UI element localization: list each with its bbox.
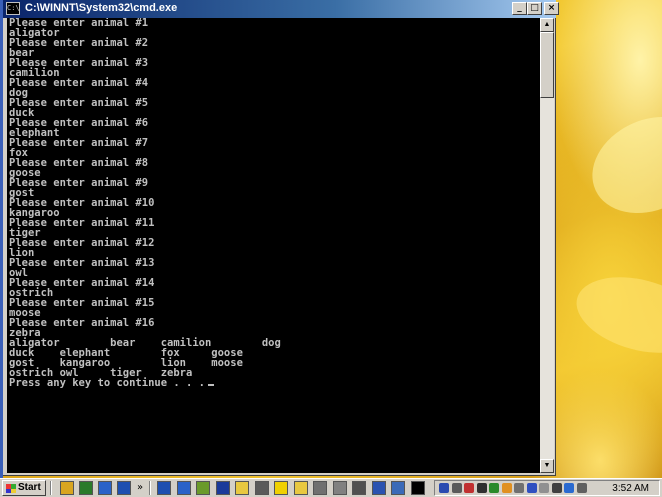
show-desktop-icon[interactable] [60, 481, 74, 495]
taskbar: Start » 3:52 AM [0, 478, 662, 497]
app-icon-2[interactable] [176, 481, 191, 495]
cmd-window-icon[interactable]: C:\ [6, 2, 20, 15]
start-label: Start [18, 482, 41, 493]
tray-icon-9[interactable] [539, 483, 549, 493]
network-icon[interactable] [439, 483, 449, 493]
cmd-window[interactable]: C:\ C:\WINNT\System32\cmd.exe _ □ × Plea… [3, 0, 559, 476]
console-output[interactable]: Please enter animal #1 aligator Please ent… [7, 18, 540, 473]
console-line: Please enter animal #12 [9, 237, 155, 249]
tray-icon-11[interactable] [564, 483, 574, 493]
app-icon-11[interactable] [391, 481, 405, 495]
cmd-icon[interactable] [410, 481, 425, 495]
app-icon-10[interactable] [352, 481, 366, 495]
folder-icon[interactable] [235, 481, 249, 495]
app-icon-6[interactable] [274, 481, 288, 495]
console-line: Please enter animal #9 [9, 177, 149, 189]
console-line: Please enter animal #8 [9, 157, 149, 169]
tray-icon-3[interactable] [464, 483, 474, 493]
app-icon-4[interactable] [215, 481, 230, 495]
console-line: Press any key to continue . . . [9, 378, 281, 388]
title-bar[interactable]: C:\ C:\WINNT\System32\cmd.exe _ □ × [3, 0, 559, 18]
app-icon-3[interactable] [196, 481, 210, 495]
app-icon-9[interactable] [332, 481, 347, 495]
scroll-down-button[interactable]: ▼ [540, 459, 554, 473]
volume-icon[interactable] [451, 483, 462, 493]
internet-explorer-icon[interactable] [98, 481, 112, 495]
chevron-right-icon[interactable]: » [137, 481, 143, 495]
outlook-icon[interactable] [117, 481, 131, 495]
wallpaper-petal [576, 98, 662, 232]
word-icon[interactable] [371, 481, 386, 495]
app-icon-7[interactable] [293, 481, 308, 495]
browser-icon[interactable] [79, 481, 93, 495]
taskbar-separator [50, 481, 52, 495]
window-title: C:\WINNT\System32\cmd.exe [25, 2, 178, 14]
app-icon-5[interactable] [254, 481, 269, 495]
maximize-button[interactable]: □ [527, 2, 542, 15]
taskbar-separator [149, 481, 151, 495]
console-lines: Please enter animal #1 aligator Please ent… [9, 18, 281, 388]
tray-icon-5[interactable] [489, 483, 499, 493]
scroll-thumb[interactable] [540, 32, 554, 98]
minimize-button[interactable]: _ [512, 2, 527, 15]
console-line: Please enter animal #5 [9, 97, 149, 109]
clock[interactable]: 3:52 AM [612, 482, 649, 495]
text-cursor [207, 384, 214, 386]
tray-icon-8[interactable] [526, 483, 537, 493]
console-line: Please enter animal #4 [9, 77, 149, 89]
start-button[interactable]: Start [2, 480, 46, 496]
console-line: Please enter animal #7 [9, 137, 149, 149]
tray-icon-7[interactable] [514, 483, 524, 493]
system-tray: 3:52 AM [434, 480, 660, 496]
tray-icon-12[interactable] [576, 483, 587, 493]
vertical-scrollbar[interactable]: ▲ ▼ [540, 18, 554, 473]
windows-logo-icon [6, 484, 16, 493]
console-line: Please enter animal #11 [9, 217, 155, 229]
close-button[interactable]: × [544, 2, 559, 15]
app-icon-1[interactable] [157, 481, 171, 495]
console-line: Please enter animal #16 [9, 317, 155, 329]
wallpaper-petal [568, 264, 662, 366]
tray-icon-6[interactable] [501, 483, 512, 493]
console-line: Please enter animal #13 [9, 257, 155, 269]
console-line: Please enter animal #15 [9, 297, 155, 309]
scroll-up-button[interactable]: ▲ [540, 18, 554, 32]
console-line: Please enter animal #2 [9, 37, 149, 49]
tray-icon-4[interactable] [476, 483, 487, 493]
tray-icon-10[interactable] [551, 483, 562, 493]
app-icon-8[interactable] [313, 481, 327, 495]
